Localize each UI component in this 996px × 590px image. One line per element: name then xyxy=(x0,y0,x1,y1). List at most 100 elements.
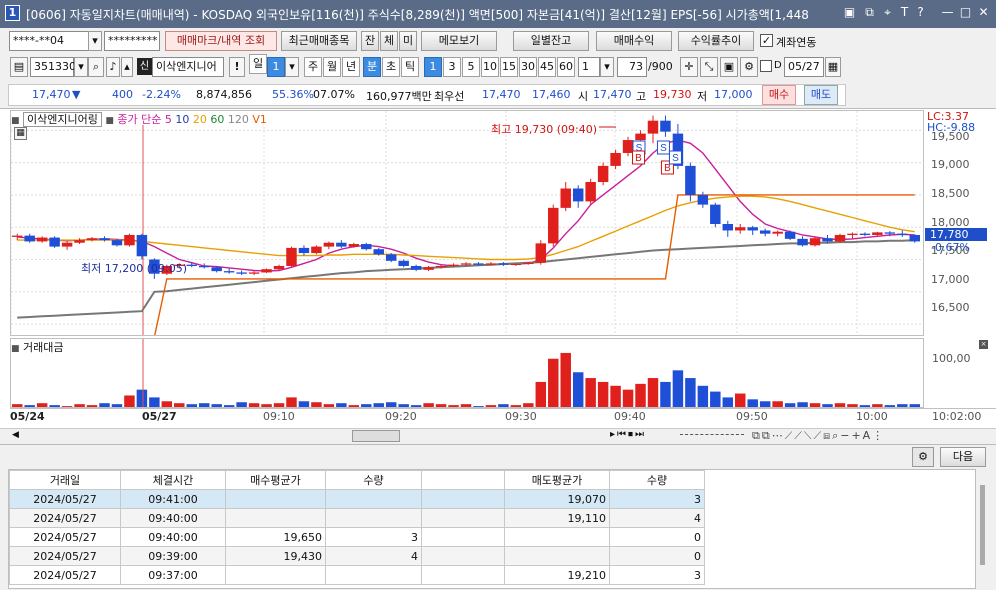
col-buy-avg[interactable]: 매수평균가 xyxy=(225,470,326,490)
table-row[interactable]: 2024/05/27 09:39:00 19,430 4 0 xyxy=(9,546,705,566)
period-month[interactable]: 월 xyxy=(323,57,341,77)
layout-icon[interactable]: ▣ xyxy=(842,5,857,20)
zoom-slider[interactable] xyxy=(680,434,744,435)
prev-stock-icon[interactable]: ▴ xyxy=(121,57,133,77)
calendar-icon[interactable]: ▦ xyxy=(825,57,841,77)
memo-button[interactable]: 메모보기 xyxy=(421,31,497,51)
candle-body xyxy=(198,265,210,268)
col-sell-qty[interactable]: 수량 xyxy=(609,470,705,490)
settings-icon[interactable]: ⚙ xyxy=(740,57,758,77)
candle-body xyxy=(410,265,422,270)
trade-mark-query-tab[interactable]: 매매마크/내역 조회 xyxy=(165,31,277,51)
legend-ma-20: 20 xyxy=(192,113,207,126)
minimize-icon[interactable]: — xyxy=(940,5,955,20)
volume-bar xyxy=(286,397,297,407)
period-year[interactable]: 년 xyxy=(342,57,360,77)
period-day[interactable]: 일 xyxy=(249,54,267,74)
interval-60[interactable]: 60 xyxy=(557,57,575,77)
buy-button[interactable]: 매수 xyxy=(762,85,796,105)
interval-5[interactable]: 5 xyxy=(462,57,480,77)
date-input[interactable]: 05/27 xyxy=(784,57,824,77)
col-blank xyxy=(421,470,505,490)
period-minute[interactable]: 분 xyxy=(363,57,381,77)
period-week[interactable]: 주 xyxy=(304,57,322,77)
save-icon[interactable]: ▣ xyxy=(720,57,738,77)
table-settings-icon[interactable]: ⚙ xyxy=(912,447,934,467)
search-icon[interactable]: ⌕ xyxy=(88,57,104,77)
stock-code-input[interactable]: 351330 xyxy=(30,57,76,77)
table-row[interactable]: 2024/05/27 09:37:00 19,210 3 xyxy=(9,565,705,585)
chart-legend: ■ 이삭엔지니어링 ■ 종가 단순 5 10 20 60 120 V1 xyxy=(11,111,267,127)
window-title: [0606] 자동일지차트(매매내역) - KOSDAQ 외국인보유[116(천… xyxy=(26,8,809,22)
drawing-tools[interactable]: ⧉⧉⋯⟋⟋⟍⟋⧈⌕−+A⋮ xyxy=(752,429,885,443)
interval-15[interactable]: 15 xyxy=(500,57,518,77)
return-trend-button[interactable]: 수익률추이 xyxy=(678,31,754,51)
period-dropdown-icon[interactable]: ▾ xyxy=(285,57,299,77)
period-count-select[interactable]: 1 xyxy=(267,57,285,77)
daily-balance-button[interactable]: 일별잔고 xyxy=(513,31,589,51)
interval-select[interactable]: 1 xyxy=(578,57,600,77)
quote-bar: 17,470 ▼ 400 -2.24% 8,874,856 55.36% 07.… xyxy=(0,82,996,108)
next-button[interactable]: 다음 xyxy=(940,447,986,467)
volume-close-icon[interactable]: × xyxy=(979,340,988,349)
unexecuted-tab[interactable]: 미 xyxy=(399,31,417,51)
candle-body xyxy=(111,240,123,246)
interval-dropdown-icon[interactable]: ▾ xyxy=(600,57,614,77)
date-checkbox[interactable] xyxy=(760,60,772,72)
best-ask: 17,470 xyxy=(482,88,521,101)
volume-plot[interactable]: ■ 거래대금 xyxy=(10,338,924,408)
table-scrollbar[interactable] xyxy=(980,485,985,565)
stock-list-icon[interactable]: ▤ xyxy=(10,57,28,77)
period-tick[interactable]: 틱 xyxy=(401,57,419,77)
alert-icon[interactable]: ! xyxy=(229,57,245,77)
stock-name-field[interactable]: 이삭엔지니어 xyxy=(152,57,224,77)
candle-body xyxy=(36,237,48,242)
interval-1[interactable]: 1 xyxy=(424,57,442,77)
draw-icon[interactable]: ⤡ xyxy=(700,57,718,77)
crosshair-icon[interactable]: ✛ xyxy=(680,57,698,77)
table-row[interactable]: 2024/05/27 09:40:00 19,650 3 0 xyxy=(9,527,705,547)
font-icon[interactable]: T xyxy=(897,5,912,20)
price-plot[interactable]: SBBSS ■ 이삭엔지니어링 ■ 종가 단순 5 10 20 60 120 V… xyxy=(10,110,924,336)
table-row[interactable]: 2024/05/27 09:41:00 19,070 3 xyxy=(9,489,705,509)
interval-30[interactable]: 30 xyxy=(519,57,537,77)
code-dropdown-icon[interactable]: ▾ xyxy=(74,57,88,77)
col-sell-avg[interactable]: 매도평균가 xyxy=(504,470,610,490)
candle-body xyxy=(61,242,73,247)
account-input[interactable]: ****-**04 xyxy=(9,31,89,51)
trades-table: 거래일 체결시간 매수평균가 수량 매도평균가 수량 2024/05/27 09:… xyxy=(9,470,705,585)
account-dropdown-icon[interactable]: ▾ xyxy=(88,31,102,51)
trading-profit-button[interactable]: 매매수익 xyxy=(596,31,672,51)
account-link-checkbox[interactable]: ✓ xyxy=(760,34,773,47)
password-input[interactable]: ********* xyxy=(104,31,160,51)
table-cell: 3 xyxy=(609,489,705,509)
period-second[interactable]: 초 xyxy=(382,57,400,77)
table-toggle-icon[interactable]: ▦ xyxy=(14,127,27,140)
table-cell: 0 xyxy=(609,527,705,547)
help-icon[interactable]: ? xyxy=(913,5,928,20)
col-buy-qty[interactable]: 수량 xyxy=(325,470,422,490)
table-row[interactable]: 2024/05/27 09:40:00 19,110 4 xyxy=(9,508,705,528)
maximize-icon[interactable]: □ xyxy=(958,5,973,20)
scroll-left-icon[interactable]: ◀ xyxy=(12,430,19,440)
col-time[interactable]: 체결시간 xyxy=(120,470,226,490)
table-cell xyxy=(225,489,326,509)
sell-button[interactable]: 매도 xyxy=(804,85,838,105)
close-icon[interactable]: ✕ xyxy=(976,5,991,20)
candle-body xyxy=(610,152,621,166)
balance-tab[interactable]: 잔 xyxy=(361,31,379,51)
count-input[interactable]: 73 xyxy=(617,57,647,77)
interval-45[interactable]: 45 xyxy=(538,57,556,77)
scroll-thumb[interactable] xyxy=(352,430,400,442)
interval-3[interactable]: 3 xyxy=(443,57,461,77)
table-cell xyxy=(225,508,326,528)
col-date[interactable]: 거래일 xyxy=(9,470,121,490)
recent-trades-tab[interactable]: 최근매매종목 xyxy=(281,31,357,51)
playback-controls[interactable]: ▸⏮⏹⏭ xyxy=(610,429,646,440)
executed-tab[interactable]: 체 xyxy=(380,31,398,51)
pin-icon[interactable]: ⌖ xyxy=(880,5,895,20)
interval-10[interactable]: 10 xyxy=(481,57,499,77)
candle-body xyxy=(660,120,671,132)
link-icon[interactable]: ⧉ xyxy=(862,5,877,20)
sound-icon[interactable]: ♪ xyxy=(106,57,120,77)
